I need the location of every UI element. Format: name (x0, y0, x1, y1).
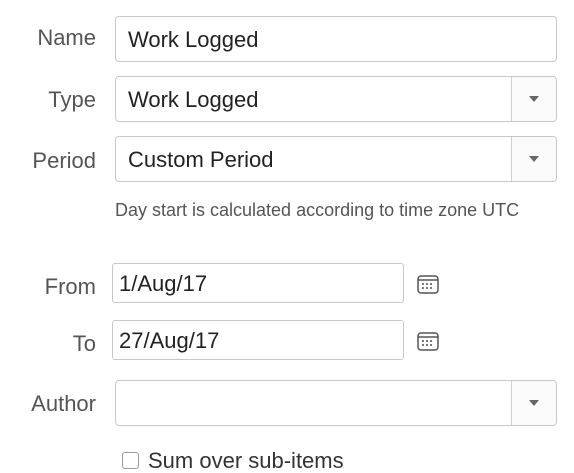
from-label: From (44, 274, 96, 299)
sum-over-subitems-checkbox[interactable] (122, 452, 139, 469)
author-select[interactable] (115, 380, 557, 426)
calendar-icon[interactable] (416, 330, 440, 352)
period-select[interactable]: Custom Period (115, 136, 557, 182)
sum-over-subitems-label[interactable]: Sum over sub-items (148, 450, 344, 472)
period-dropdown-button[interactable] (511, 137, 556, 181)
author-dropdown-button[interactable] (511, 381, 556, 425)
chevron-down-icon (529, 400, 539, 406)
name-input[interactable]: Work Logged (115, 16, 557, 62)
chevron-down-icon (529, 156, 539, 162)
to-label: To (72, 331, 96, 356)
type-label: Type (48, 87, 96, 112)
name-value: Work Logged (128, 27, 259, 52)
from-value: 1/Aug/17 (119, 271, 208, 296)
from-date-input[interactable]: 1/Aug/17 (112, 263, 404, 303)
name-label: Name (37, 25, 96, 50)
to-date-input[interactable]: 27/Aug/17 (112, 320, 404, 360)
author-label: Author (31, 391, 96, 416)
to-value: 27/Aug/17 (119, 328, 220, 353)
chevron-down-icon (529, 96, 539, 102)
type-select[interactable]: Work Logged (115, 76, 557, 122)
period-label: Period (32, 148, 96, 173)
period-value: Custom Period (128, 147, 274, 172)
period-hint: Day start is calculated according to tim… (115, 200, 520, 220)
type-value: Work Logged (128, 87, 259, 112)
calendar-icon[interactable] (416, 273, 440, 295)
type-dropdown-button[interactable] (511, 77, 556, 121)
